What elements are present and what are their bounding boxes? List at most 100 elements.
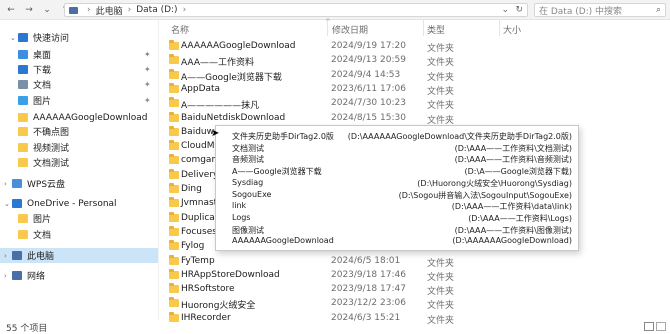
file-row[interactable]: AAA——工作资料 2024/9/13 20:59 文件夹 — [165, 54, 660, 68]
forward-button[interactable]: → — [22, 3, 36, 17]
sidebar-item[interactable]: 文档 ✦ — [0, 77, 158, 92]
history-entry[interactable]: AAAAAAGoogleDownload (D:\AAAAAAGoogleDown… — [216, 235, 580, 246]
sidebar-item[interactable]: ⌄ 快速访问 — [0, 30, 158, 45]
file-row[interactable]: HRAppStoreDownload 2023/9/18 17:46 文件夹 — [165, 268, 660, 283]
file-row[interactable]: HRSoftstore 2023/9/18 17:47 文件夹 — [165, 283, 660, 297]
back-button[interactable]: ← — [4, 3, 18, 17]
column-header-date[interactable]: 修改日期 — [332, 23, 368, 36]
file-name: AAAAAAGoogleDownload — [181, 41, 296, 51]
breadcrumb-data-drive[interactable]: Data (D:) — [136, 5, 177, 15]
file-type: 文件夹 — [427, 115, 455, 126]
sidebar-item[interactable]: ⌄ OneDrive - Personal — [0, 196, 158, 211]
history-entry-name: SogouExe — [232, 189, 272, 199]
history-entry[interactable]: Logs (D:\AAA——工作资料\Logs) — [216, 212, 580, 223]
column-separator[interactable] — [499, 20, 500, 36]
details-view-icon[interactable] — [644, 322, 654, 331]
folder-icon — [169, 297, 179, 308]
file-row[interactable]: A——————抹凡 2024/7/30 10:23 文件夹 — [165, 97, 660, 111]
document-icon — [18, 80, 28, 89]
history-entry-name: link — [232, 201, 247, 211]
download-icon — [18, 65, 28, 74]
sidebar-item[interactable]: 文档 — [0, 227, 158, 242]
file-row[interactable]: AAAAAAGoogleDownload 2024/9/19 17:20 文件夹 — [165, 40, 660, 54]
sidebar-item[interactable]: 图片 — [0, 211, 158, 226]
right-arrow-icon: → — [25, 4, 33, 15]
computer-icon — [12, 251, 22, 260]
search-input[interactable]: 在 Data (D:) 中搜索 ⌕ — [534, 3, 666, 17]
address-history-icon[interactable]: ⌄ — [501, 5, 509, 15]
file-row[interactable]: FyTemp 2024/6/5 18:01 文件夹 — [165, 254, 660, 269]
history-entry[interactable]: 文件夹历史助手DirTag2.0版 (D:\AAAAAAGoogleDownloa… — [216, 130, 580, 141]
breadcrumb-this-pc[interactable]: 此电脑 — [96, 4, 123, 17]
file-name: BaiduNetdiskDownload — [181, 112, 286, 123]
chevron-down-icon[interactable]: ⌄ — [4, 200, 10, 208]
chevron-right-icon[interactable]: › — [4, 252, 7, 260]
file-row[interactable]: Huorong火绒安全 2023/12/2 23:06 文件夹 — [165, 297, 660, 311]
sidebar-item-label: 下载 — [33, 66, 52, 76]
sidebar-item[interactable]: 图片 ✦ — [0, 93, 158, 108]
folder-icon — [169, 68, 179, 79]
sidebar-item[interactable]: 下载 ✦ — [0, 62, 158, 77]
large-icons-view-icon[interactable] — [656, 322, 666, 331]
file-modified-date: 2024/6/5 18:01 — [331, 255, 401, 266]
desktop-icon — [18, 50, 28, 59]
sidebar-item[interactable]: › 此电脑 — [0, 248, 158, 263]
history-entry[interactable]: link (D:\AAA——工作资料\data\link) — [216, 200, 580, 211]
history-entry-name: AAAAAAGoogleDownload — [232, 236, 334, 246]
folder-icon — [169, 240, 179, 251]
sidebar-item-label: 图片 — [33, 97, 52, 107]
column-headers: 名称 ^ 修改日期 类型 大小 — [165, 18, 670, 36]
column-separator[interactable] — [423, 20, 424, 36]
file-name: Ding — [181, 184, 202, 194]
recent-locations-button[interactable]: ⌄ — [40, 3, 54, 17]
folder-icon — [18, 214, 28, 223]
history-entry[interactable]: 图像测试 (D:\AAA——工作资料\图像测试) — [216, 224, 580, 235]
file-name: Focuses — [181, 226, 217, 237]
history-entry[interactable]: A——Google浏览器下载 (D:\A——Google浏览器下载) — [216, 165, 580, 176]
sidebar-item-label: 视频测试 — [33, 144, 70, 154]
file-name: Fylog — [181, 241, 205, 252]
mouse-cursor-icon: ➤ — [211, 128, 220, 139]
chevron-right-icon[interactable]: › — [4, 272, 7, 280]
file-type: 文件夹 — [427, 272, 455, 283]
chevron-right-icon[interactable]: › — [4, 180, 7, 188]
file-row[interactable]: BaiduNetdiskDownload 2024/8/15 15:30 文件夹 — [165, 111, 660, 126]
pin-icon: ✦ — [144, 65, 151, 74]
sidebar-item[interactable]: › 网络 — [0, 268, 158, 283]
folder-icon — [169, 140, 179, 151]
sidebar-item-label: OneDrive - Personal — [27, 198, 117, 209]
history-entry[interactable]: Sysdiag (D:\Huorong火绒安全\Huorong\Sysdiag) — [216, 177, 580, 188]
file-type: 文件夹 — [427, 287, 455, 298]
search-placeholder: 在 Data (D:) 中搜索 — [539, 6, 623, 17]
sidebar-item[interactable]: › WPS云盘 — [0, 176, 158, 191]
history-entry[interactable]: SogouExe (D:\Sogou拼音输入法\SogouInput\SogouE… — [216, 189, 580, 200]
history-entry-name: Sysdiag — [232, 177, 264, 187]
sidebar-item[interactable]: 文档测试 — [0, 155, 158, 170]
column-separator[interactable] — [327, 20, 328, 36]
refresh-icon[interactable]: ↻ — [515, 5, 523, 15]
folder-icon — [18, 113, 28, 122]
chevron-right-icon: › — [87, 5, 91, 15]
item-count: 55 个项目 — [6, 323, 48, 334]
history-entry[interactable]: 文档测试 (D:\AAA——工作资料\文档测试) — [216, 142, 580, 153]
sidebar-item[interactable]: 视频测试 — [0, 140, 158, 155]
column-header-type[interactable]: 类型 — [427, 23, 445, 36]
sidebar-item-label: 桌面 — [33, 51, 52, 61]
folder-icon — [169, 268, 179, 279]
pane-divider[interactable] — [158, 20, 159, 320]
computer-icon — [69, 6, 78, 14]
folder-icon — [169, 197, 179, 208]
sidebar-item[interactable]: 不确点图 — [0, 124, 158, 139]
file-row[interactable]: A——Google浏览器下载 2024/9/4 14:53 文件夹 — [165, 68, 660, 83]
sidebar-item[interactable]: 桌面 ✦ — [0, 47, 158, 62]
sidebar-item[interactable]: AAAAAAGoogleDownload — [0, 110, 158, 125]
history-entry[interactable]: 音频测试 (D:\AAA——工作资料\音频测试) — [216, 153, 580, 164]
file-row[interactable]: AppData 2023/6/11 17:06 文件夹 — [165, 82, 660, 97]
column-header-size[interactable]: 大小 — [503, 23, 521, 36]
file-name: FyTemp — [181, 255, 215, 266]
column-header-name[interactable]: 名称 — [171, 23, 189, 36]
file-name: AppData — [181, 83, 221, 94]
address-bar[interactable]: › 此电脑 › Data (D:) › ⌄ ↻ — [64, 3, 528, 17]
chevron-down-icon[interactable]: ⌄ — [10, 34, 16, 42]
file-type: 文件夹 — [427, 44, 455, 54]
